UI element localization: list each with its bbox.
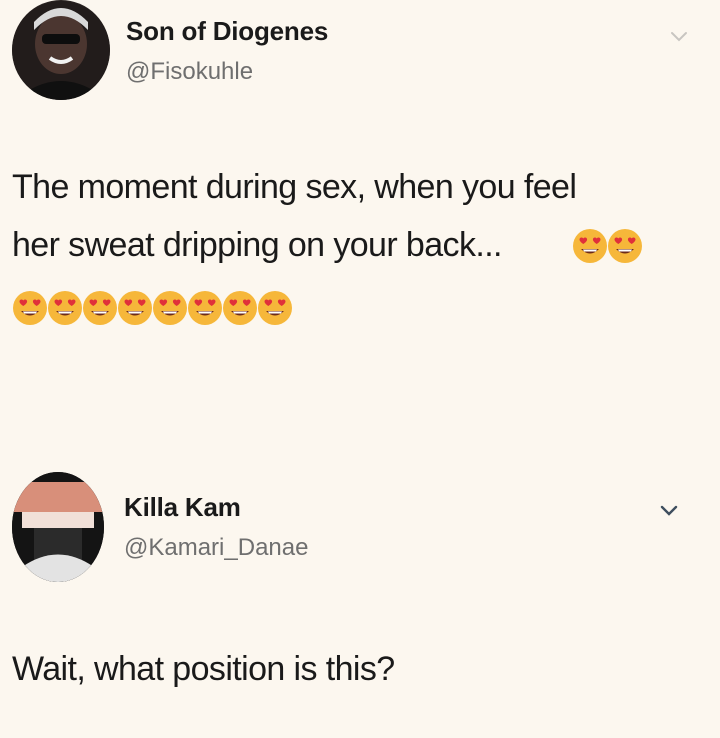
heart-eyes-emoji: [223, 291, 257, 325]
user-handle[interactable]: @Fisokuhle: [126, 58, 253, 86]
heart-eyes-emoji: [573, 229, 607, 263]
heart-eyes-emoji: [608, 229, 642, 263]
avatar[interactable]: [12, 472, 104, 582]
avatar[interactable]: [12, 0, 110, 100]
avatar-image: [12, 472, 104, 582]
heart-eyes-emoji: [188, 291, 222, 325]
chevron-down-icon[interactable]: [666, 24, 692, 50]
tweet-text-line-1: The moment during sex, when you feel: [12, 168, 577, 206]
display-name[interactable]: Son of Diogenes: [126, 16, 328, 47]
tweet-original: Son of Diogenes @Fisokuhle The moment du…: [0, 0, 720, 420]
heart-eyes-emoji: [83, 291, 117, 325]
avatar-image: [12, 1, 110, 100]
user-handle[interactable]: @Kamari_Danae: [124, 534, 308, 562]
heart-eyes-emoji: [13, 291, 47, 325]
trailing-emoji-group: [12, 290, 292, 326]
chevron-down-icon[interactable]: [656, 498, 682, 524]
heart-eyes-emoji: [153, 291, 187, 325]
tweet-reply: Killa Kam @Kamari_Danae Wait, what posit…: [0, 460, 720, 738]
heart-eyes-emoji: [48, 291, 82, 325]
tweet-text: Wait, what position is this?: [12, 650, 395, 688]
inline-emoji-group: [572, 228, 642, 264]
heart-eyes-emoji: [258, 291, 292, 325]
display-name[interactable]: Killa Kam: [124, 492, 241, 523]
heart-eyes-emoji: [118, 291, 152, 325]
